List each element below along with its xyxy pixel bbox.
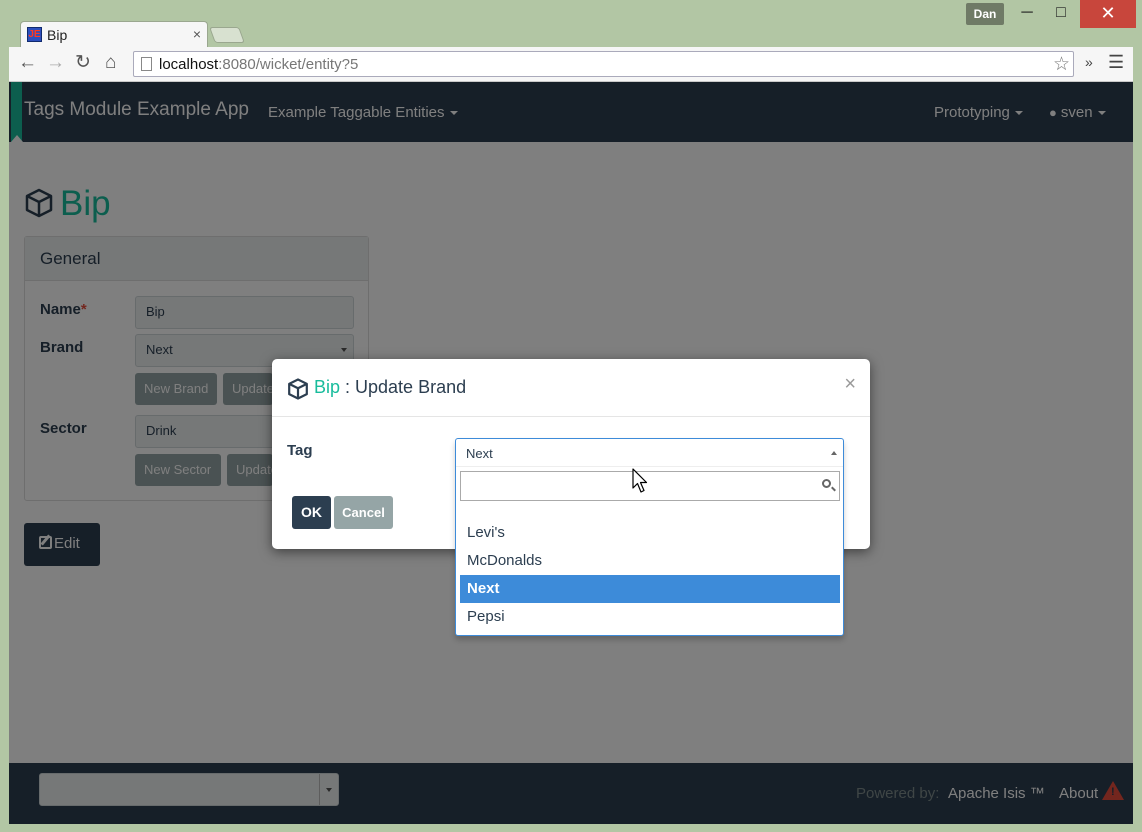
page-viewport: Tags Module Example App Example Taggable… [9, 82, 1133, 824]
browser-user-badge[interactable]: Dan [966, 3, 1004, 25]
star-icon[interactable]: ☆ [1053, 53, 1070, 76]
extensions-chevron-icon[interactable]: » [1085, 54, 1093, 70]
favicon-icon: JE [27, 27, 42, 42]
page-icon [141, 57, 152, 71]
browser-toolbar: ← → ↻ ⌂ localhost:8080/wicket/entity?5 ☆… [9, 47, 1133, 82]
minimize-button[interactable]: ─ [1010, 0, 1044, 28]
tag-dropdown: Next Levi's McDonalds Next Pepsi [455, 438, 844, 636]
dialog-title: Bip : Update Brand [314, 377, 467, 397]
dialog-header: Bip : Update Brand × [272, 359, 870, 417]
tag-label: Tag [287, 442, 313, 459]
dropdown-option[interactable]: Levi's [460, 519, 840, 547]
window-close-button[interactable]: ✕ [1080, 0, 1136, 28]
cube-icon [288, 378, 308, 400]
tag-search-input[interactable] [460, 471, 840, 501]
dropdown-option-selected[interactable]: Next [460, 575, 840, 603]
close-icon[interactable]: × [844, 373, 856, 396]
tab-close-icon[interactable]: × [193, 26, 201, 42]
menu-icon[interactable]: ☰ [1108, 52, 1124, 73]
new-tab-button[interactable] [209, 27, 245, 43]
tag-options-list: Levi's McDonalds Next Pepsi [460, 519, 840, 631]
dropdown-option[interactable]: Pepsi [460, 603, 840, 631]
tag-select[interactable]: Next [456, 439, 843, 467]
reload-icon[interactable]: ↻ [75, 53, 91, 73]
browser-tab[interactable]: JE Bip × [20, 21, 208, 48]
forward-icon[interactable]: → [46, 53, 65, 73]
tab-title: Bip [47, 27, 68, 43]
address-bar[interactable]: localhost:8080/wicket/entity?5 ☆ [133, 51, 1074, 77]
chevron-up-icon [831, 451, 837, 455]
maximize-button[interactable]: □ [1044, 0, 1078, 28]
back-icon[interactable]: ← [18, 53, 37, 73]
cancel-button[interactable]: Cancel [334, 496, 393, 529]
dropdown-option[interactable]: McDonalds [460, 547, 840, 575]
mouse-cursor-icon [632, 468, 648, 493]
search-icon [822, 479, 831, 488]
ok-button[interactable]: OK [292, 496, 331, 529]
home-icon[interactable]: ⌂ [105, 53, 116, 73]
url-text: localhost:8080/wicket/entity?5 [159, 56, 359, 73]
